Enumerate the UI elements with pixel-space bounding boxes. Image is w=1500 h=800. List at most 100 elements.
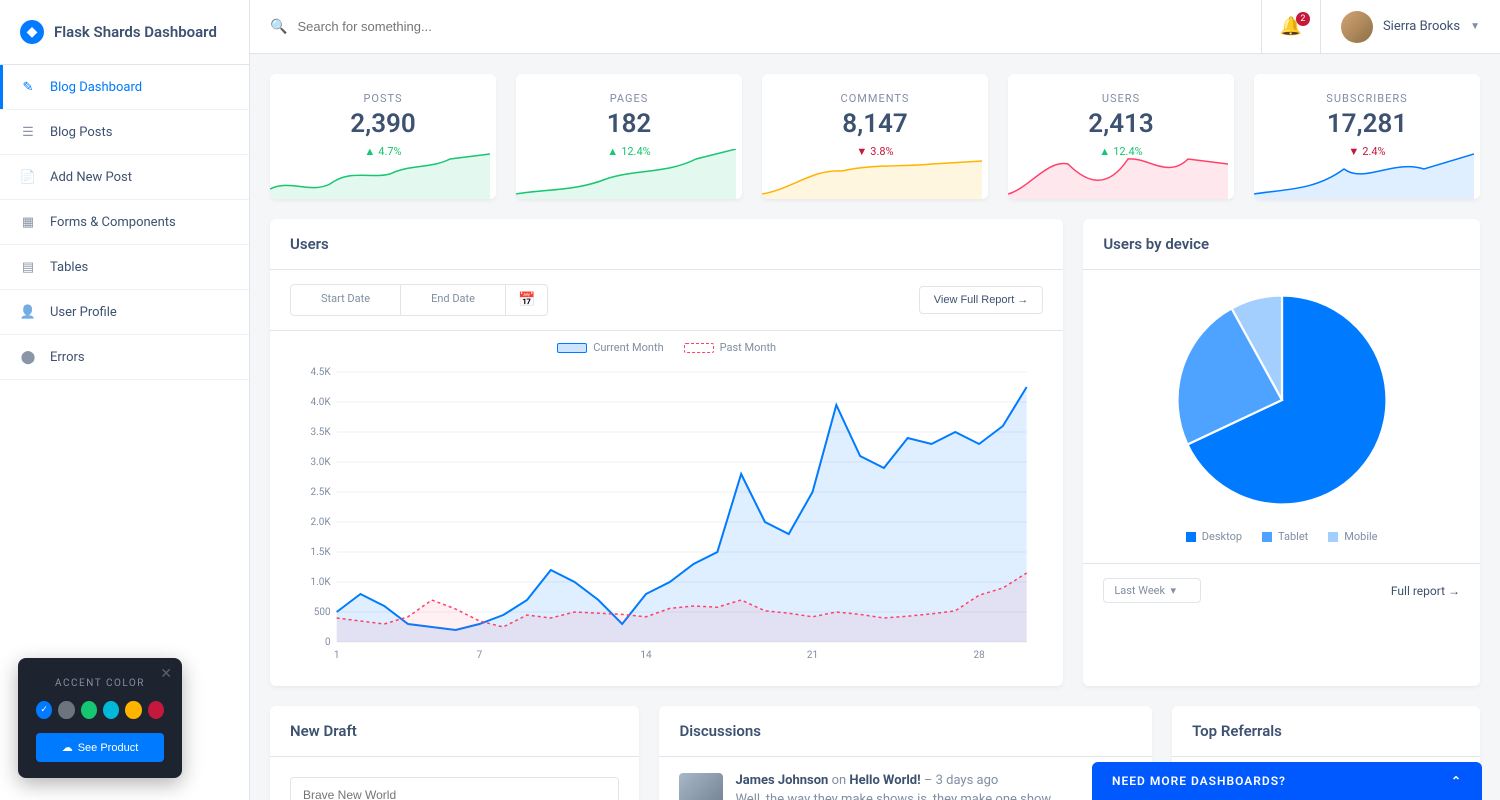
- edit-icon: ✎: [20, 79, 36, 95]
- nav-item-user-profile[interactable]: 👤User Profile: [0, 290, 249, 335]
- stat-label: SUBSCRIBERS: [1272, 92, 1462, 105]
- cloud-icon: ☁: [62, 741, 73, 754]
- stat-card-users[interactable]: USERS 2,413 ▲12.4%: [1008, 74, 1234, 199]
- stat-label: USERS: [1026, 92, 1216, 105]
- stat-card-subscribers[interactable]: SUBSCRIBERS 17,281 ▼2.4%: [1254, 74, 1480, 199]
- brand-title: Flask Shards Dashboard: [54, 23, 217, 41]
- close-icon[interactable]: ✕: [160, 666, 172, 682]
- stat-value: 2,413: [1026, 109, 1216, 139]
- svg-text:500: 500: [314, 607, 331, 618]
- chevron-up-icon: ⌃: [1451, 774, 1462, 788]
- nav-item-add-post[interactable]: 📄Add New Post: [0, 155, 249, 200]
- nav-item-blog-posts[interactable]: ☰Blog Posts: [0, 110, 249, 155]
- stat-label: POSTS: [288, 92, 478, 105]
- discussion-item: James Johnson on Hello World! – 3 days a…: [659, 757, 1152, 800]
- device-footer: Last Week ▾ Full report →: [1083, 563, 1480, 617]
- color-dot[interactable]: [125, 701, 141, 719]
- device-full-report-link[interactable]: Full report →: [1391, 584, 1460, 598]
- users-toolbar: Start Date End Date 📅 View Full Report →: [270, 270, 1063, 331]
- referrals-title: Top Referrals: [1172, 706, 1480, 757]
- svg-text:7: 7: [477, 650, 483, 661]
- topbar: 🔍 🔔 2 Sierra Brooks ▼: [250, 0, 1500, 54]
- svg-text:2.0K: 2.0K: [311, 517, 332, 528]
- search-input[interactable]: [297, 19, 1240, 34]
- discussion-meta: James Johnson on Hello World! – 3 days a…: [735, 773, 1132, 788]
- new-draft-card: New Draft: [270, 706, 639, 800]
- stat-card-pages[interactable]: PAGES 182 ▲12.4%: [516, 74, 742, 199]
- stat-label: PAGES: [534, 92, 724, 105]
- search-wrap: 🔍: [250, 19, 1261, 35]
- topbar-right: 🔔 2 Sierra Brooks ▼: [1261, 0, 1500, 54]
- color-dot[interactable]: [103, 701, 119, 719]
- grid-icon: ▦: [20, 214, 36, 230]
- users-chart-area: Current Month Past Month 0 500 1.0K 1.5K 2.0…: [270, 331, 1063, 686]
- users-line-chart: 0 500 1.0K 1.5K 2.0K 2.5K 3.0K 3.5K 4.0K 4.5K 1 7 14…: [290, 362, 1043, 662]
- color-dot[interactable]: [81, 701, 97, 719]
- device-pie-chart: [1172, 290, 1392, 510]
- nav: ✎Blog Dashboard ☰Blog Posts 📄Add New Pos…: [0, 65, 249, 380]
- svg-text:3.5K: 3.5K: [311, 427, 332, 438]
- date-range: Start Date End Date 📅: [290, 284, 548, 316]
- users-legend: Current Month Past Month: [290, 341, 1043, 354]
- stat-card-posts[interactable]: POSTS 2,390 ▲4.7%: [270, 74, 496, 199]
- svg-text:2.5K: 2.5K: [311, 487, 332, 498]
- svg-text:1.5K: 1.5K: [311, 547, 332, 558]
- color-row: ✓: [36, 701, 164, 719]
- user-name: Sierra Brooks: [1383, 19, 1460, 34]
- notifications-button[interactable]: 🔔 2: [1261, 0, 1320, 54]
- stat-value: 2,390: [288, 109, 478, 139]
- search-icon: 🔍: [270, 19, 287, 35]
- device-card: Users by device Desktop Tablet Mobile La…: [1083, 219, 1480, 686]
- user-icon: 👤: [20, 304, 36, 320]
- svg-text:4.5K: 4.5K: [311, 367, 332, 378]
- nav-item-errors[interactable]: ⬤Errors: [0, 335, 249, 380]
- table-icon: ▤: [20, 259, 36, 275]
- svg-text:1.0K: 1.0K: [311, 577, 332, 588]
- stat-value: 8,147: [780, 109, 970, 139]
- svg-text:1: 1: [334, 650, 340, 661]
- user-menu[interactable]: Sierra Brooks ▼: [1320, 0, 1500, 54]
- nav-item-forms[interactable]: ▦Forms & Components: [0, 200, 249, 245]
- brand-icon: ◆: [20, 20, 44, 44]
- start-date-input[interactable]: Start Date: [291, 285, 401, 315]
- color-dot[interactable]: [148, 701, 164, 719]
- svg-text:4.0K: 4.0K: [311, 397, 332, 408]
- discussions-title: Discussions: [659, 706, 1152, 757]
- plus-file-icon: 📄: [20, 169, 36, 185]
- device-legend: Desktop Tablet Mobile: [1186, 530, 1378, 543]
- error-icon: ⬤: [20, 349, 36, 365]
- svg-text:14: 14: [640, 650, 652, 661]
- color-dot[interactable]: [58, 701, 74, 719]
- svg-text:0: 0: [325, 637, 331, 648]
- view-full-report-button[interactable]: View Full Report →: [919, 286, 1044, 314]
- notification-badge: 2: [1296, 12, 1310, 26]
- calendar-icon[interactable]: 📅: [506, 285, 547, 315]
- svg-text:28: 28: [973, 650, 985, 661]
- accent-title: ACCENT COLOR: [36, 678, 164, 689]
- brand: ◆ Flask Shards Dashboard: [0, 0, 249, 65]
- device-body: Desktop Tablet Mobile: [1083, 270, 1480, 563]
- svg-text:3.0K: 3.0K: [311, 457, 332, 468]
- device-period-select[interactable]: Last Week ▾: [1103, 578, 1201, 603]
- end-date-input[interactable]: End Date: [401, 285, 506, 315]
- stat-value: 17,281: [1272, 109, 1462, 139]
- list-icon: ☰: [20, 124, 36, 140]
- svg-text:21: 21: [807, 650, 818, 661]
- color-dot[interactable]: ✓: [36, 701, 52, 719]
- draft-card-title: New Draft: [270, 706, 639, 757]
- accent-color-popup: ✕ ACCENT COLOR ✓ ☁See Product: [18, 658, 182, 778]
- promo-bar[interactable]: NEED MORE DASHBOARDS? ⌃: [1092, 762, 1482, 800]
- nav-item-blog-dashboard[interactable]: ✎Blog Dashboard: [0, 65, 249, 110]
- content: POSTS 2,390 ▲4.7% PAGES 182 ▲12.4% COMME…: [250, 54, 1500, 800]
- main: 🔍 🔔 2 Sierra Brooks ▼ POSTS 2,390 ▲4.7%: [250, 0, 1500, 800]
- users-card-title: Users: [270, 219, 1063, 270]
- device-card-title: Users by device: [1083, 219, 1480, 270]
- discussion-avatar: [679, 773, 723, 800]
- stat-card-comments[interactable]: COMMENTS 8,147 ▼3.8%: [762, 74, 988, 199]
- draft-title-input[interactable]: [290, 777, 619, 800]
- see-product-button[interactable]: ☁See Product: [36, 733, 164, 762]
- caret-down-icon: ▼: [1470, 21, 1480, 32]
- stat-label: COMMENTS: [780, 92, 970, 105]
- stat-value: 182: [534, 109, 724, 139]
- nav-item-tables[interactable]: ▤Tables: [0, 245, 249, 290]
